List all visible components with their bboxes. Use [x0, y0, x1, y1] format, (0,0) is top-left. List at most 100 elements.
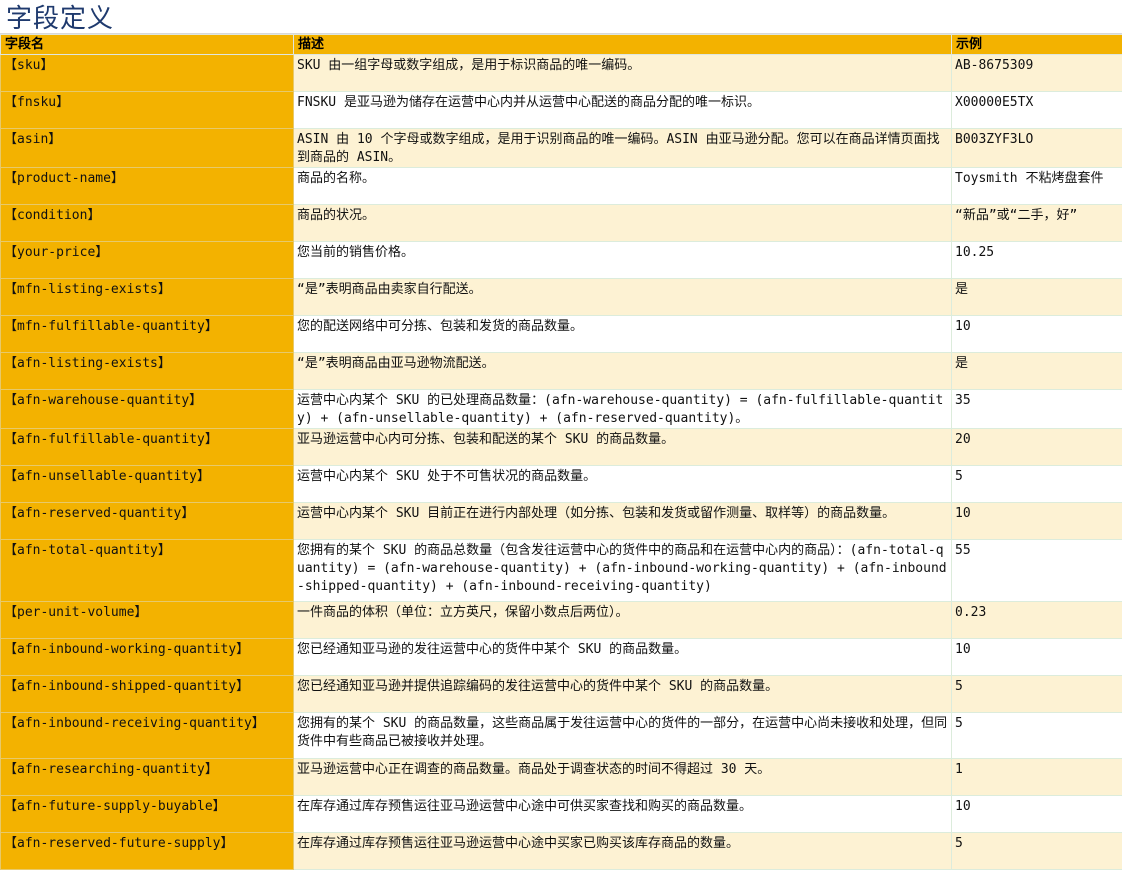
field-name-cell[interactable]: 【afn-unsellable-quantity】	[1, 466, 294, 503]
table-row: 【afn-warehouse-quantity】运营中心内某个 SKU 的已处理…	[1, 390, 1122, 429]
example-cell[interactable]: 10	[952, 796, 1122, 833]
example-cell[interactable]: Toysmith 不粘烤盘套件	[952, 168, 1122, 205]
example-cell[interactable]: AB-8675309	[952, 55, 1122, 92]
field-name-cell-text: 【afn-reserved-future-supply】	[4, 835, 290, 853]
example-cell-text: “新品”或“二手，好”	[955, 207, 1119, 225]
example-cell-text: 1	[955, 761, 1119, 779]
description-cell[interactable]: “是”表明商品由卖家自行配送。	[294, 279, 952, 316]
description-cell-text: 商品的状况。	[297, 207, 948, 225]
table-row: 【afn-listing-exists】“是”表明商品由亚马逊物流配送。是	[1, 353, 1122, 390]
description-cell-text: 运营中心内某个 SKU 的已处理商品数量：(afn-warehouse-quan…	[297, 392, 948, 428]
header-row: 字段名 描述 示例	[1, 35, 1122, 55]
table-row: 【per-unit-volume】一件商品的体积（单位：立方英尺，保留小数点后两…	[1, 602, 1122, 639]
example-cell[interactable]: 是	[952, 279, 1122, 316]
example-cell-text: B003ZYF3LO	[955, 131, 1119, 149]
field-name-cell[interactable]: 【afn-warehouse-quantity】	[1, 390, 294, 429]
field-name-cell[interactable]: 【sku】	[1, 55, 294, 92]
field-name-cell[interactable]: 【afn-total-quantity】	[1, 540, 294, 602]
description-cell[interactable]: 您已经通知亚马逊并提供追踪编码的发往运营中心的货件中某个 SKU 的商品数量。	[294, 676, 952, 713]
field-name-cell-text: 【afn-researching-quantity】	[4, 761, 290, 779]
example-cell[interactable]: 20	[952, 429, 1122, 466]
description-cell[interactable]: 您的配送网络中可分拣、包装和发货的商品数量。	[294, 316, 952, 353]
table-row: 【afn-unsellable-quantity】运营中心内某个 SKU 处于不…	[1, 466, 1122, 503]
field-name-cell[interactable]: 【afn-fulfillable-quantity】	[1, 429, 294, 466]
example-cell-text: 是	[955, 355, 1119, 373]
description-cell[interactable]: 您当前的销售价格。	[294, 242, 952, 279]
description-cell[interactable]: 在库存通过库存预售运往亚马逊运营中心途中可供买家查找和购买的商品数量。	[294, 796, 952, 833]
description-cell[interactable]: 在库存通过库存预售运往亚马逊运营中心途中买家已购买该库存商品的数量。	[294, 833, 952, 870]
description-cell[interactable]: 运营中心内某个 SKU 目前正在进行内部处理（如分拣、包装和发货或留作测量、取样…	[294, 503, 952, 540]
example-cell[interactable]: 10	[952, 639, 1122, 676]
field-name-cell-text: 【asin】	[4, 131, 290, 149]
example-cell[interactable]: 5	[952, 833, 1122, 870]
description-cell-text: 商品的名称。	[297, 170, 948, 188]
example-cell[interactable]: 10.25	[952, 242, 1122, 279]
description-cell[interactable]: 运营中心内某个 SKU 处于不可售状况的商品数量。	[294, 466, 952, 503]
description-cell-text: “是”表明商品由卖家自行配送。	[297, 281, 948, 299]
example-cell[interactable]: 10	[952, 316, 1122, 353]
example-cell[interactable]: 55	[952, 540, 1122, 602]
table-row: 【afn-future-supply-buyable】在库存通过库存预售运往亚马…	[1, 796, 1122, 833]
example-cell[interactable]: 35	[952, 390, 1122, 429]
example-cell[interactable]: 5	[952, 676, 1122, 713]
description-cell[interactable]: 您拥有的某个 SKU 的商品数量，这些商品属于发往运营中心的货件的一部分，在运营…	[294, 713, 952, 759]
table-row: 【asin】ASIN 由 10 个字母或数字组成，是用于识别商品的唯一编码。AS…	[1, 129, 1122, 168]
example-cell[interactable]: 10	[952, 503, 1122, 540]
description-cell[interactable]: 您拥有的某个 SKU 的商品总数量（包含发往运营中心的货件中的商品和在运营中心内…	[294, 540, 952, 602]
field-name-cell[interactable]: 【asin】	[1, 129, 294, 168]
field-name-cell[interactable]: 【afn-reserved-quantity】	[1, 503, 294, 540]
example-cell[interactable]: 1	[952, 759, 1122, 796]
description-cell-text: 您的配送网络中可分拣、包装和发货的商品数量。	[297, 318, 948, 336]
description-cell[interactable]: SKU 由一组字母或数字组成，是用于标识商品的唯一编码。	[294, 55, 952, 92]
field-name-cell[interactable]: 【your-price】	[1, 242, 294, 279]
description-cell[interactable]: 一件商品的体积（单位：立方英尺，保留小数点后两位）。	[294, 602, 952, 639]
table-row: 【fnsku】FNSKU 是亚马逊为储存在运营中心内并从运营中心配送的商品分配的…	[1, 92, 1122, 129]
description-cell[interactable]: 商品的状况。	[294, 205, 952, 242]
field-name-cell-text: 【afn-future-supply-buyable】	[4, 798, 290, 816]
field-name-cell[interactable]: 【afn-listing-exists】	[1, 353, 294, 390]
example-cell[interactable]: 5	[952, 713, 1122, 759]
table-row: 【sku】SKU 由一组字母或数字组成，是用于标识商品的唯一编码。AB-8675…	[1, 55, 1122, 92]
field-name-cell-text: 【per-unit-volume】	[4, 604, 290, 622]
description-cell[interactable]: 您已经通知亚马逊的发往运营中心的货件中某个 SKU 的商品数量。	[294, 639, 952, 676]
field-name-cell[interactable]: 【per-unit-volume】	[1, 602, 294, 639]
description-cell[interactable]: 亚马逊运营中心正在调查的商品数量。商品处于调查状态的时间不得超过 30 天。	[294, 759, 952, 796]
example-cell-text: 10	[955, 798, 1119, 816]
description-cell[interactable]: “是”表明商品由亚马逊物流配送。	[294, 353, 952, 390]
example-cell[interactable]: “新品”或“二手，好”	[952, 205, 1122, 242]
field-name-cell[interactable]: 【afn-researching-quantity】	[1, 759, 294, 796]
example-cell-text: 55	[955, 542, 1119, 560]
table-row: 【afn-inbound-shipped-quantity】您已经通知亚马逊并提…	[1, 676, 1122, 713]
example-cell-text: 是	[955, 281, 1119, 299]
field-name-cell[interactable]: 【product-name】	[1, 168, 294, 205]
field-name-cell[interactable]: 【afn-inbound-receiving-quantity】	[1, 713, 294, 759]
table-row: 【afn-reserved-future-supply】在库存通过库存预售运往亚…	[1, 833, 1122, 870]
field-name-cell[interactable]: 【fnsku】	[1, 92, 294, 129]
example-cell-text: X00000E5TX	[955, 94, 1119, 112]
field-name-cell-text: 【afn-unsellable-quantity】	[4, 468, 290, 486]
field-name-cell[interactable]: 【mfn-fulfillable-quantity】	[1, 316, 294, 353]
description-cell-text: “是”表明商品由亚马逊物流配送。	[297, 355, 948, 373]
field-name-cell[interactable]: 【afn-future-supply-buyable】	[1, 796, 294, 833]
field-name-cell[interactable]: 【afn-reserved-future-supply】	[1, 833, 294, 870]
description-cell[interactable]: 亚马逊运营中心内可分拣、包装和配送的某个 SKU 的商品数量。	[294, 429, 952, 466]
field-name-cell[interactable]: 【afn-inbound-working-quantity】	[1, 639, 294, 676]
example-cell[interactable]: 是	[952, 353, 1122, 390]
example-cell[interactable]: 0.23	[952, 602, 1122, 639]
field-name-cell[interactable]: 【afn-inbound-shipped-quantity】	[1, 676, 294, 713]
header-example: 示例	[952, 35, 1122, 55]
example-cell[interactable]: X00000E5TX	[952, 92, 1122, 129]
description-cell-text: 在库存通过库存预售运往亚马逊运营中心途中可供买家查找和购买的商品数量。	[297, 798, 948, 816]
table-row: 【mfn-listing-exists】“是”表明商品由卖家自行配送。是	[1, 279, 1122, 316]
field-name-cell[interactable]: 【mfn-listing-exists】	[1, 279, 294, 316]
table-row: 【afn-inbound-working-quantity】您已经通知亚马逊的发…	[1, 639, 1122, 676]
description-cell[interactable]: ASIN 由 10 个字母或数字组成，是用于识别商品的唯一编码。ASIN 由亚马…	[294, 129, 952, 168]
title-bar: 字段定义	[0, 0, 1122, 34]
description-cell[interactable]: FNSKU 是亚马逊为储存在运营中心内并从运营中心配送的商品分配的唯一标识。	[294, 92, 952, 129]
field-name-cell-text: 【afn-total-quantity】	[4, 542, 290, 560]
example-cell[interactable]: 5	[952, 466, 1122, 503]
field-name-cell[interactable]: 【condition】	[1, 205, 294, 242]
description-cell[interactable]: 商品的名称。	[294, 168, 952, 205]
example-cell[interactable]: B003ZYF3LO	[952, 129, 1122, 168]
description-cell[interactable]: 运营中心内某个 SKU 的已处理商品数量：(afn-warehouse-quan…	[294, 390, 952, 429]
